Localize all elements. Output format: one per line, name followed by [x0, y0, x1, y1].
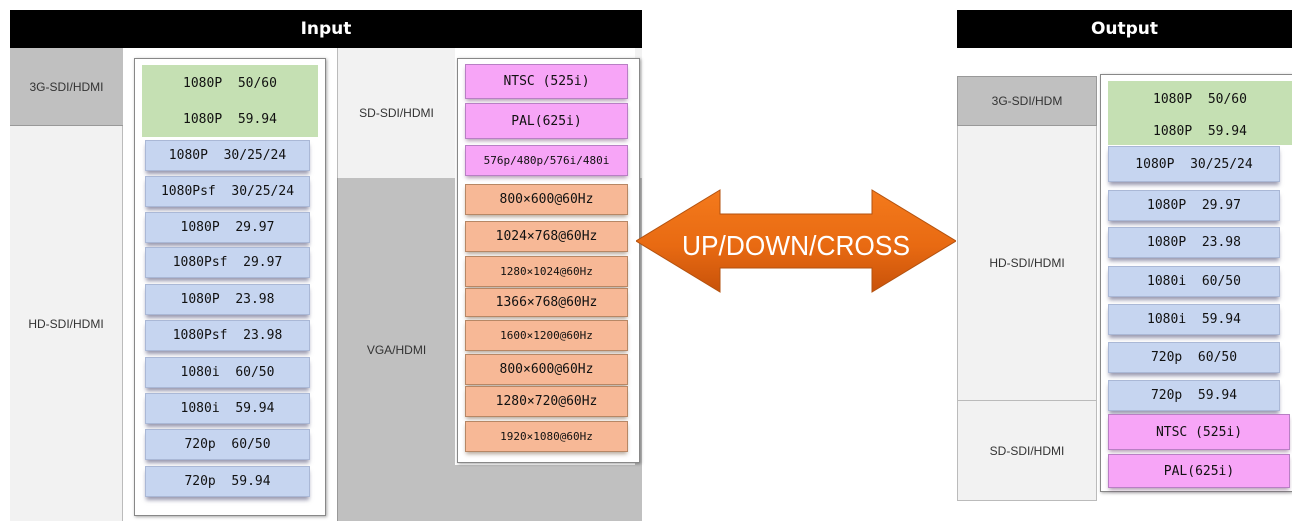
- output-row-3g-sdi-label: 3G-SDI/HDM: [991, 94, 1063, 108]
- input-format-hd-2: 1080Psf 30/25/24: [145, 176, 310, 207]
- input-row-vga: VGA/HDMI: [337, 178, 455, 521]
- input-row-hd-sdi: HD-SDI/HDMI: [10, 126, 123, 521]
- input-format-hd-8: 1080i 59.94: [145, 393, 310, 424]
- input-format-sd-2: PAL(625i): [465, 103, 628, 139]
- output-format-hd-4: 1080i 60/50: [1108, 266, 1280, 297]
- input-format-hd-9: 720p 60/50: [145, 429, 310, 460]
- input-row-3g-sdi-label: 3G-SDI/HDMI: [29, 79, 104, 94]
- output-format-hd-7: 720p 59.94: [1108, 380, 1280, 411]
- output-format-hd-6: 720p 60/50: [1108, 342, 1280, 373]
- input-format-vga-7: 1280×720@60Hz: [465, 386, 628, 417]
- input-vga-bottom: [455, 465, 642, 521]
- output-format-hd-5: 1080i 59.94: [1108, 304, 1280, 335]
- input-row-sd-sdi-label: SD-SDI/HDMI: [359, 106, 434, 120]
- input-format-vga-6: 800×600@60Hz: [465, 354, 628, 385]
- input-format-hd-3: 1080P 29.97: [145, 212, 310, 243]
- input-format-vga-3: 1280×1024@60Hz: [465, 256, 628, 287]
- output-row-sd-sdi: SD-SDI/HDMI: [957, 400, 1097, 501]
- input-format-vga-4: 1366×768@60Hz: [465, 288, 628, 317]
- input-format-3g-2: 1080P 59.94: [142, 101, 318, 137]
- input-format-3g-1: 1080P 50/60: [142, 65, 318, 101]
- arrow-label: UP/DOWN/CROSS: [682, 230, 910, 261]
- input-format-hd-5: 1080P 23.98: [145, 284, 310, 315]
- output-row-hd-sdi: HD-SDI/HDMI: [957, 126, 1097, 400]
- input-format-vga-8: 1920×1080@60Hz: [465, 421, 628, 452]
- input-row-sd-sdi: SD-SDI/HDMI: [337, 48, 455, 178]
- input-format-hd-7: 1080i 60/50: [145, 357, 310, 388]
- input-row-vga-label: VGA/HDMI: [366, 342, 427, 357]
- input-format-hd-4: 1080Psf 29.97: [145, 247, 310, 278]
- output-format-hd-2: 1080P 29.97: [1108, 190, 1280, 221]
- output-row-3g-sdi: 3G-SDI/HDM: [957, 76, 1097, 126]
- input-format-vga-1: 800×600@60Hz: [465, 184, 628, 215]
- output-format-3g-1: 1080P 50/60: [1108, 81, 1292, 117]
- input-format-hd-6: 1080Psf 23.98: [145, 320, 310, 351]
- output-row-hd-sdi-label: HD-SDI/HDMI: [989, 256, 1065, 270]
- output-row-sd-sdi-label: SD-SDI/HDMI: [989, 443, 1065, 458]
- input-format-hd-10: 720p 59.94: [145, 466, 310, 497]
- input-format-vga-2: 1024×768@60Hz: [465, 221, 628, 252]
- output-format-hd-3: 1080P 23.98: [1108, 227, 1280, 258]
- input-format-sd-3: 576p/480p/576i/480i: [465, 145, 628, 176]
- output-format-sd-2: PAL(625i): [1108, 454, 1290, 488]
- input-format-vga-5: 1600×1200@60Hz: [465, 320, 628, 351]
- input-row-3g-sdi: 3G-SDI/HDMI: [10, 48, 123, 126]
- output-title: Output: [957, 10, 1292, 48]
- input-title: Input: [10, 10, 642, 48]
- input-format-sd-1: NTSC (525i): [465, 64, 628, 99]
- conversion-arrow-icon: UP/DOWN/CROSS: [636, 189, 956, 293]
- output-format-sd-1: NTSC (525i): [1108, 414, 1290, 450]
- input-format-hd-1: 1080P 30/25/24: [145, 140, 310, 171]
- input-row-hd-sdi-label: HD-SDI/HDMI: [28, 316, 104, 331]
- output-format-3g-2: 1080P 59.94: [1108, 117, 1292, 145]
- output-format-hd-1: 1080P 30/25/24: [1108, 146, 1280, 182]
